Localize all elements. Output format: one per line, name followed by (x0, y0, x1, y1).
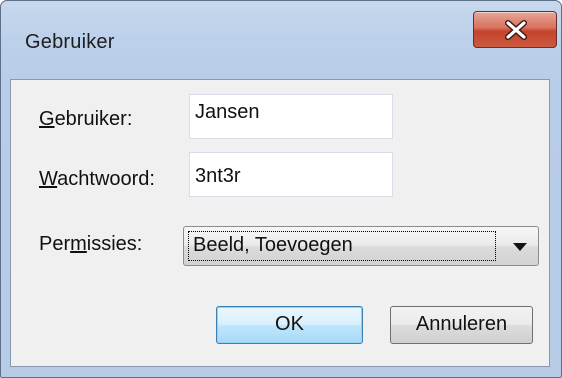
dialog-body: Gebruiker: Jansen Wachtwoord: 3nt3r Perm… (10, 79, 550, 367)
cancel-button[interactable]: Annuleren (390, 306, 533, 344)
close-x-icon (505, 20, 527, 40)
close-button[interactable] (473, 11, 557, 48)
permissions-selected-value: Beeld, Toevoegen (188, 231, 496, 261)
password-label: Wachtwoord: (39, 168, 155, 190)
ok-button[interactable]: OK (216, 306, 363, 344)
dialog-window: Gebruiker Gebruiker: Jansen Wachtwoord: … (0, 0, 562, 378)
permissions-dropdown[interactable]: Beeld, Toevoegen (183, 226, 539, 266)
window-title: Gebruiker (25, 31, 115, 53)
user-label: Gebruiker: (39, 108, 133, 130)
password-input[interactable]: 3nt3r (189, 152, 393, 197)
user-input[interactable]: Jansen (189, 94, 393, 139)
dropdown-arrow-icon (513, 243, 527, 251)
permissions-label: Permissies: (39, 233, 143, 255)
title-bar[interactable]: Gebruiker (1, 1, 561, 79)
